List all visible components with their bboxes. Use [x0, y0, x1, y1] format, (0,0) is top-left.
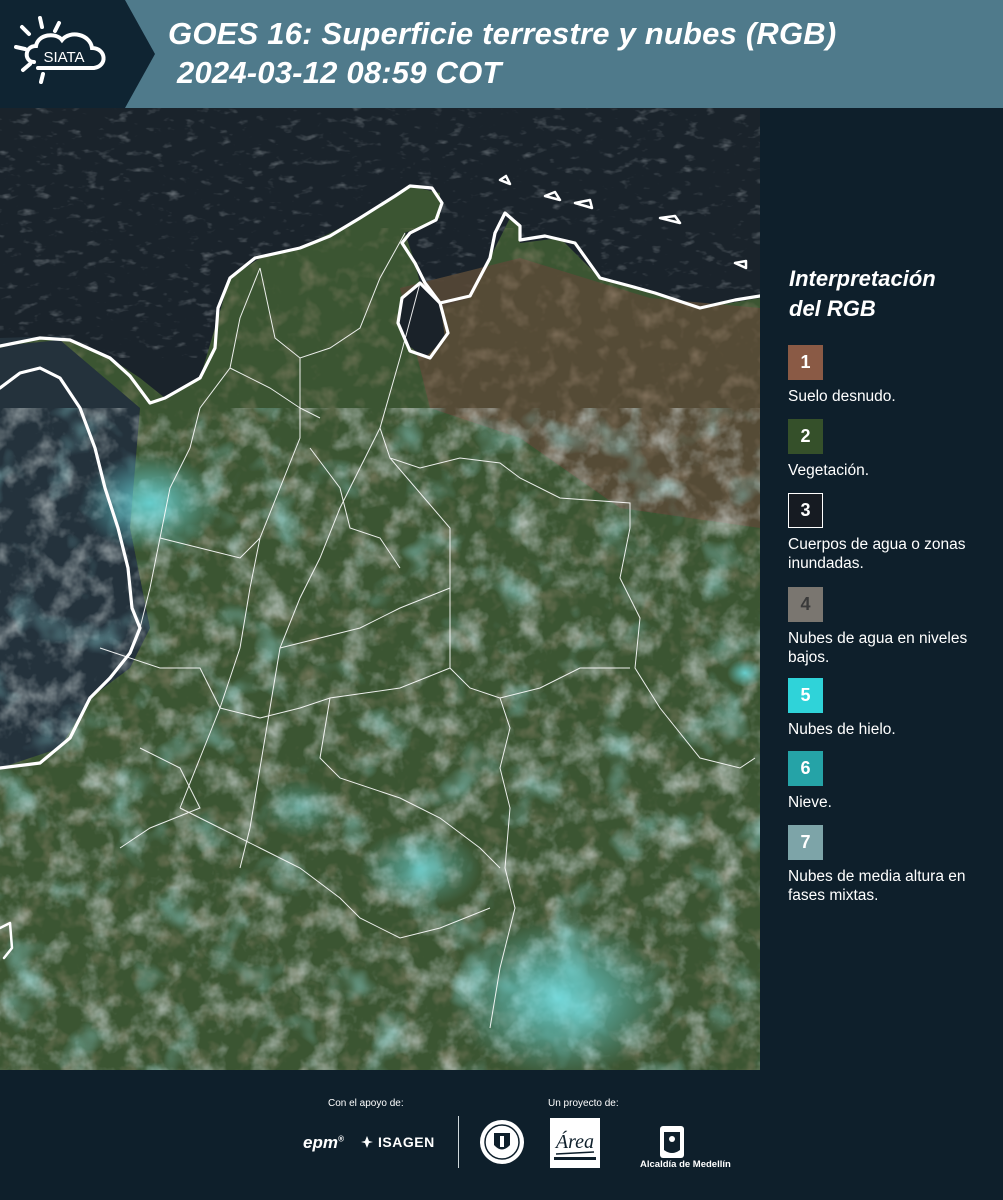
- project-label: Un proyecto de:: [548, 1098, 619, 1109]
- legend-swatch-7: 7: [788, 825, 823, 860]
- page-title: GOES 16: Superficie terrestre y nubes (R…: [168, 16, 837, 51]
- legend-swatch-3: 3: [788, 493, 823, 528]
- footer-divider: [458, 1116, 459, 1168]
- legend-swatch-1: 1: [788, 345, 823, 380]
- page: SIATA GOES 16: Superficie terrestre y nu…: [0, 0, 1003, 1200]
- legend-swatch-4: 4: [788, 587, 823, 622]
- siata-logo: SIATA: [14, 16, 106, 84]
- svg-text:Área: Área: [554, 1130, 594, 1153]
- legend-label-1: Suelo desnudo.: [788, 388, 896, 405]
- satellite-map[interactable]: [0, 108, 760, 1070]
- legend-panel: Interpretación del RGB 1 Suelo desnudo. …: [760, 108, 1003, 1070]
- legend-item-3: 3 Cuerpos de agua o zonas inundadas.: [788, 493, 998, 573]
- legend-label-7: Nubes de media altura en fases mixtas.: [788, 868, 966, 904]
- legend-item-5: 5 Nubes de hielo.: [788, 678, 998, 739]
- legend-item-1: 1 Suelo desnudo.: [788, 345, 998, 406]
- legend-item-4: 4 Nubes de agua en niveles bajos.: [788, 587, 998, 667]
- legend-swatch-5: 5: [788, 678, 823, 713]
- sponsor-label: Con el apoyo de:: [328, 1098, 404, 1109]
- legend-title: Interpretación del RGB: [789, 264, 936, 324]
- legend-swatch-2: 2: [788, 419, 823, 454]
- logo-text: SIATA: [43, 49, 84, 66]
- legend-label-6: Nieve.: [788, 794, 832, 811]
- legend-swatch-6: 6: [788, 751, 823, 786]
- isagen-icon: [361, 1136, 373, 1148]
- legend-label-2: Vegetación.: [788, 462, 870, 479]
- footer-strip: [0, 1070, 775, 1076]
- isagen-text: ISAGEN: [378, 1134, 435, 1150]
- legend-title-line1: Interpretación: [789, 266, 936, 291]
- alcaldia-text: Alcaldía de Medellín: [640, 1159, 731, 1170]
- page-timestamp: 2024-03-12 08:59 COT: [177, 55, 502, 90]
- legend-title-line2: del RGB: [789, 296, 876, 321]
- satellite-image: [0, 108, 760, 1070]
- legend-item-7: 7 Nubes de media altura en fases mixtas.: [788, 825, 998, 905]
- area-metropolitana-logo: Área: [550, 1118, 600, 1168]
- isagen-logo: ISAGEN: [360, 1134, 435, 1150]
- legend-label-3: Cuerpos de agua o zonas inundadas.: [788, 536, 966, 572]
- legend-label-5: Nubes de hielo.: [788, 721, 896, 738]
- medellin-seal-icon: [480, 1120, 524, 1164]
- epm-logo: epm®: [303, 1133, 344, 1152]
- legend-label-4: Nubes de agua en niveles bajos.: [788, 630, 968, 666]
- header-bar: SIATA GOES 16: Superficie terrestre y nu…: [0, 0, 1003, 108]
- logo-panel: SIATA: [0, 0, 155, 108]
- footer: Con el apoyo de: Un proyecto de: epm® IS…: [0, 1070, 1003, 1200]
- epm-logo-text: epm: [303, 1133, 338, 1152]
- legend-item-6: 6 Nieve.: [788, 751, 998, 812]
- legend-item-2: 2 Vegetación.: [788, 419, 998, 480]
